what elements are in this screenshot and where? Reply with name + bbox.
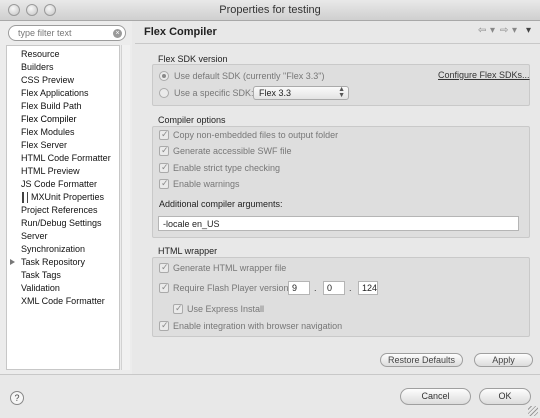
version-dot: .: [314, 283, 317, 293]
tree-item-css-preview[interactable]: CSS Preview: [21, 75, 74, 88]
tree-item-mxunit-properties[interactable]: MXUnit Properties: [31, 192, 104, 205]
generate-wrapper-checkbox[interactable]: [159, 262, 169, 273]
sdk-select[interactable]: Flex 3.3 ▲ ▼: [253, 86, 349, 100]
restore-defaults-button[interactable]: Restore Defaults: [380, 353, 463, 367]
compiler-args-input[interactable]: -locale en_US: [158, 216, 519, 231]
tree-item-validation[interactable]: Validation: [21, 283, 60, 296]
clear-filter-icon[interactable]: ×: [113, 29, 122, 38]
filter-placeholder: type filter text: [18, 28, 72, 38]
footer-divider: [0, 374, 540, 375]
view-menu-chevron-icon[interactable]: ▾: [526, 25, 531, 36]
flash-version-minor-value: 0: [327, 283, 333, 293]
tree-scrollbar[interactable]: [121, 45, 130, 370]
tree-item-flex-modules[interactable]: Flex Modules: [21, 127, 75, 140]
tree-item-flex-compiler[interactable]: Flex Compiler: [21, 114, 77, 127]
flash-version-major-value: 9: [292, 283, 298, 293]
tree-item-project-references[interactable]: Project References: [21, 205, 98, 218]
tree-item-html-preview[interactable]: HTML Preview: [21, 166, 80, 179]
flash-version-revision-input[interactable]: 124: [358, 281, 378, 295]
cancel-button[interactable]: Cancel: [400, 388, 471, 405]
require-flash-checkbox[interactable]: [159, 282, 169, 293]
strict-type-label: Enable strict type checking: [173, 163, 281, 173]
require-flash-label: Require Flash Player version:: [173, 283, 292, 293]
tree-item-resource[interactable]: Resource: [21, 49, 60, 62]
header-divider: [135, 43, 540, 44]
compiler-args-value: -locale en_US: [163, 219, 220, 229]
tree-item-html-code-formatter[interactable]: HTML Code Formatter: [21, 153, 111, 166]
use-specific-sdk-label: Use a specific SDK:: [174, 88, 254, 98]
flash-version-minor-input[interactable]: 0: [323, 281, 345, 295]
copy-files-label: Copy non-embedded files to output folder: [173, 130, 339, 140]
wrapper-section-title: HTML wrapper: [158, 246, 218, 256]
page-title: Flex Compiler: [144, 26, 217, 38]
enable-warnings-label: Enable warnings: [173, 179, 240, 189]
expand-arrow-icon[interactable]: [10, 259, 15, 265]
tree-item-task-repository[interactable]: Task Repository: [21, 257, 85, 270]
navigation-buttons: ⇦ ▾ ⇨ ▾ ▾: [478, 25, 536, 37]
apply-button[interactable]: Apply: [474, 353, 533, 367]
mxunit-icon: [22, 192, 28, 203]
configure-sdks-link[interactable]: Configure Flex SDKs...: [438, 70, 530, 80]
accessible-swf-checkbox[interactable]: [159, 145, 169, 156]
browser-navigation-label: Enable integration with browser navigati…: [173, 321, 343, 331]
sdk-select-value: Flex 3.3: [259, 88, 292, 98]
flash-version-revision-value: 124: [362, 283, 378, 293]
back-menu-chevron-icon[interactable]: ▾: [490, 25, 495, 36]
forward-menu-chevron-icon[interactable]: ▾: [512, 25, 517, 36]
tree-item-server[interactable]: Server: [21, 231, 48, 244]
use-default-sdk-label: Use default SDK (currently "Flex 3.3"): [174, 71, 325, 81]
updown-chevron-icon: ▲ ▼: [338, 86, 345, 99]
use-default-sdk-radio[interactable]: [159, 71, 169, 81]
tree-item-flex-build-path[interactable]: Flex Build Path: [21, 101, 82, 114]
express-install-label: Use Express Install: [187, 304, 265, 314]
ok-button[interactable]: OK: [479, 388, 531, 405]
accessible-swf-label: Generate accessible SWF file: [173, 146, 292, 156]
browser-navigation-checkbox[interactable]: [159, 320, 169, 331]
help-icon[interactable]: ?: [10, 391, 24, 405]
compiler-args-label: Additional compiler arguments:: [159, 199, 283, 209]
back-icon[interactable]: ⇦: [478, 25, 486, 36]
window-title: Properties for testing: [219, 4, 321, 16]
strict-type-checkbox[interactable]: [159, 162, 169, 173]
tree-item-builders[interactable]: Builders: [21, 62, 54, 75]
tree-item-flex-applications[interactable]: Flex Applications: [21, 88, 89, 101]
tree-item-task-tags[interactable]: Task Tags: [21, 270, 61, 283]
sdk-section-title: Flex SDK version: [158, 54, 228, 64]
tree-item-flex-server[interactable]: Flex Server: [21, 140, 67, 153]
resize-grip-icon[interactable]: [528, 406, 538, 416]
generate-wrapper-label: Generate HTML wrapper file: [173, 263, 287, 273]
compiler-section-title: Compiler options: [158, 115, 226, 125]
use-specific-sdk-radio[interactable]: [159, 88, 169, 98]
version-dot: .: [349, 283, 352, 293]
filter-input[interactable]: type filter text ×: [8, 25, 126, 41]
enable-warnings-checkbox[interactable]: [159, 178, 169, 189]
copy-files-checkbox[interactable]: [159, 129, 169, 140]
flash-version-major-input[interactable]: 9: [288, 281, 310, 295]
express-install-checkbox[interactable]: [173, 303, 183, 314]
forward-icon[interactable]: ⇨: [500, 25, 508, 36]
tree-item-xml-code-formatter[interactable]: XML Code Formatter: [21, 296, 105, 309]
property-tree: Resource Builders CSS Preview Flex Appli…: [6, 45, 120, 370]
tree-item-js-code-formatter[interactable]: JS Code Formatter: [21, 179, 97, 192]
tree-item-run-debug-settings[interactable]: Run/Debug Settings: [21, 218, 102, 231]
title-bar: Properties for testing: [0, 0, 540, 21]
tree-item-synchronization[interactable]: Synchronization: [21, 244, 85, 257]
